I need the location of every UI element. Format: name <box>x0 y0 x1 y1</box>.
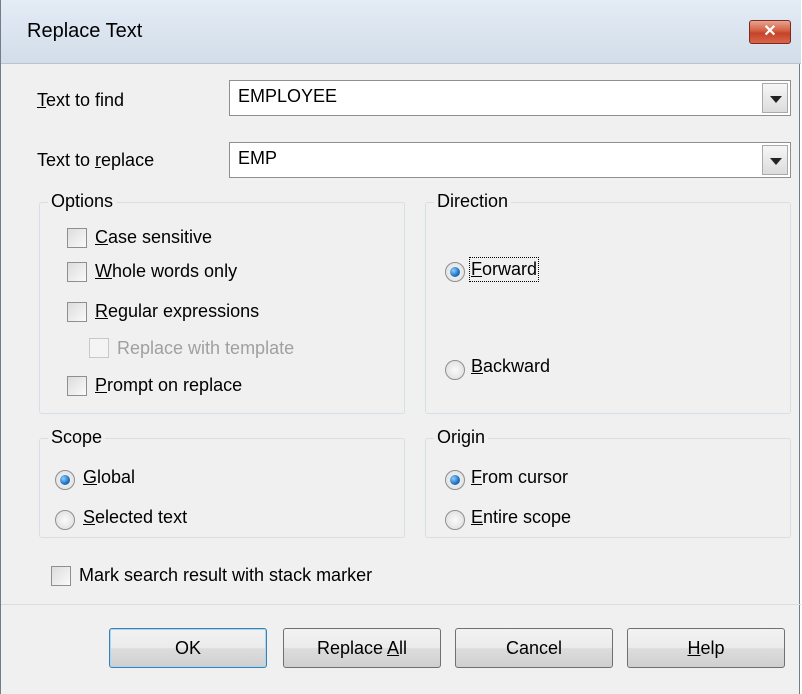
entire-scope-label[interactable]: Entire scope <box>471 507 571 528</box>
backward-radio[interactable] <box>445 360 465 380</box>
chevron-down-icon[interactable] <box>762 83 788 113</box>
mark-stack-marker-label[interactable]: Mark search result with stack marker <box>79 565 372 586</box>
from-cursor-radio[interactable] <box>445 470 465 490</box>
replace-all-button[interactable]: Replace All <box>283 628 441 668</box>
text-to-find-label: Text to find <box>37 90 125 110</box>
cancel-button[interactable]: Cancel <box>455 628 613 668</box>
replace-with-template-label: Replace with template <box>117 338 295 358</box>
regular-expressions-checkbox[interactable] <box>67 302 87 322</box>
regular-expressions-label[interactable]: Regular expressions <box>95 301 259 322</box>
forward-label[interactable]: Forward <box>468 257 540 282</box>
mark-stack-marker-checkbox[interactable] <box>51 566 71 586</box>
text-to-replace-label: Text to replace <box>37 150 155 170</box>
entire-scope-radio[interactable] <box>445 510 465 530</box>
case-sensitive-checkbox[interactable] <box>67 228 87 248</box>
options-caption: Options <box>48 191 117 212</box>
title-bar[interactable]: Replace Text ✕ <box>1 0 801 64</box>
direction-group: Direction <box>425 191 791 414</box>
direction-caption: Direction <box>434 191 512 212</box>
text-to-find-value[interactable]: EMPLOYEE <box>238 86 337 107</box>
close-icon: ✕ <box>763 23 777 40</box>
text-to-replace-combobox[interactable]: EMP <box>229 142 791 178</box>
divider <box>1 604 801 605</box>
prompt-on-replace-label[interactable]: Prompt on replace <box>95 375 242 396</box>
dialog-title: Replace Text <box>27 20 143 42</box>
replace-with-template-checkbox <box>89 338 109 358</box>
backward-label[interactable]: Backward <box>471 356 550 377</box>
from-cursor-label[interactable]: From cursor <box>471 467 568 488</box>
text-to-find-combobox[interactable]: EMPLOYEE <box>229 80 791 116</box>
replace-text-dialog: Replace Text ✕ Text to find EMPLOYEE Tex… <box>0 0 801 694</box>
forward-radio[interactable] <box>445 262 465 282</box>
global-label[interactable]: Global <box>83 467 135 488</box>
scope-caption: Scope <box>48 427 106 448</box>
prompt-on-replace-checkbox[interactable] <box>67 376 87 396</box>
global-radio[interactable] <box>55 470 75 490</box>
selected-text-radio[interactable] <box>55 510 75 530</box>
ok-button[interactable]: OK <box>109 628 267 668</box>
case-sensitive-label[interactable]: Case sensitive <box>95 227 212 248</box>
origin-caption: Origin <box>434 427 489 448</box>
close-button[interactable]: ✕ <box>749 20 791 44</box>
help-button[interactable]: Help <box>627 628 785 668</box>
whole-words-only-label[interactable]: Whole words only <box>95 261 237 282</box>
selected-text-label[interactable]: Selected text <box>83 507 187 528</box>
text-to-replace-value[interactable]: EMP <box>238 148 277 169</box>
chevron-down-icon[interactable] <box>762 145 788 175</box>
whole-words-only-checkbox[interactable] <box>67 262 87 282</box>
